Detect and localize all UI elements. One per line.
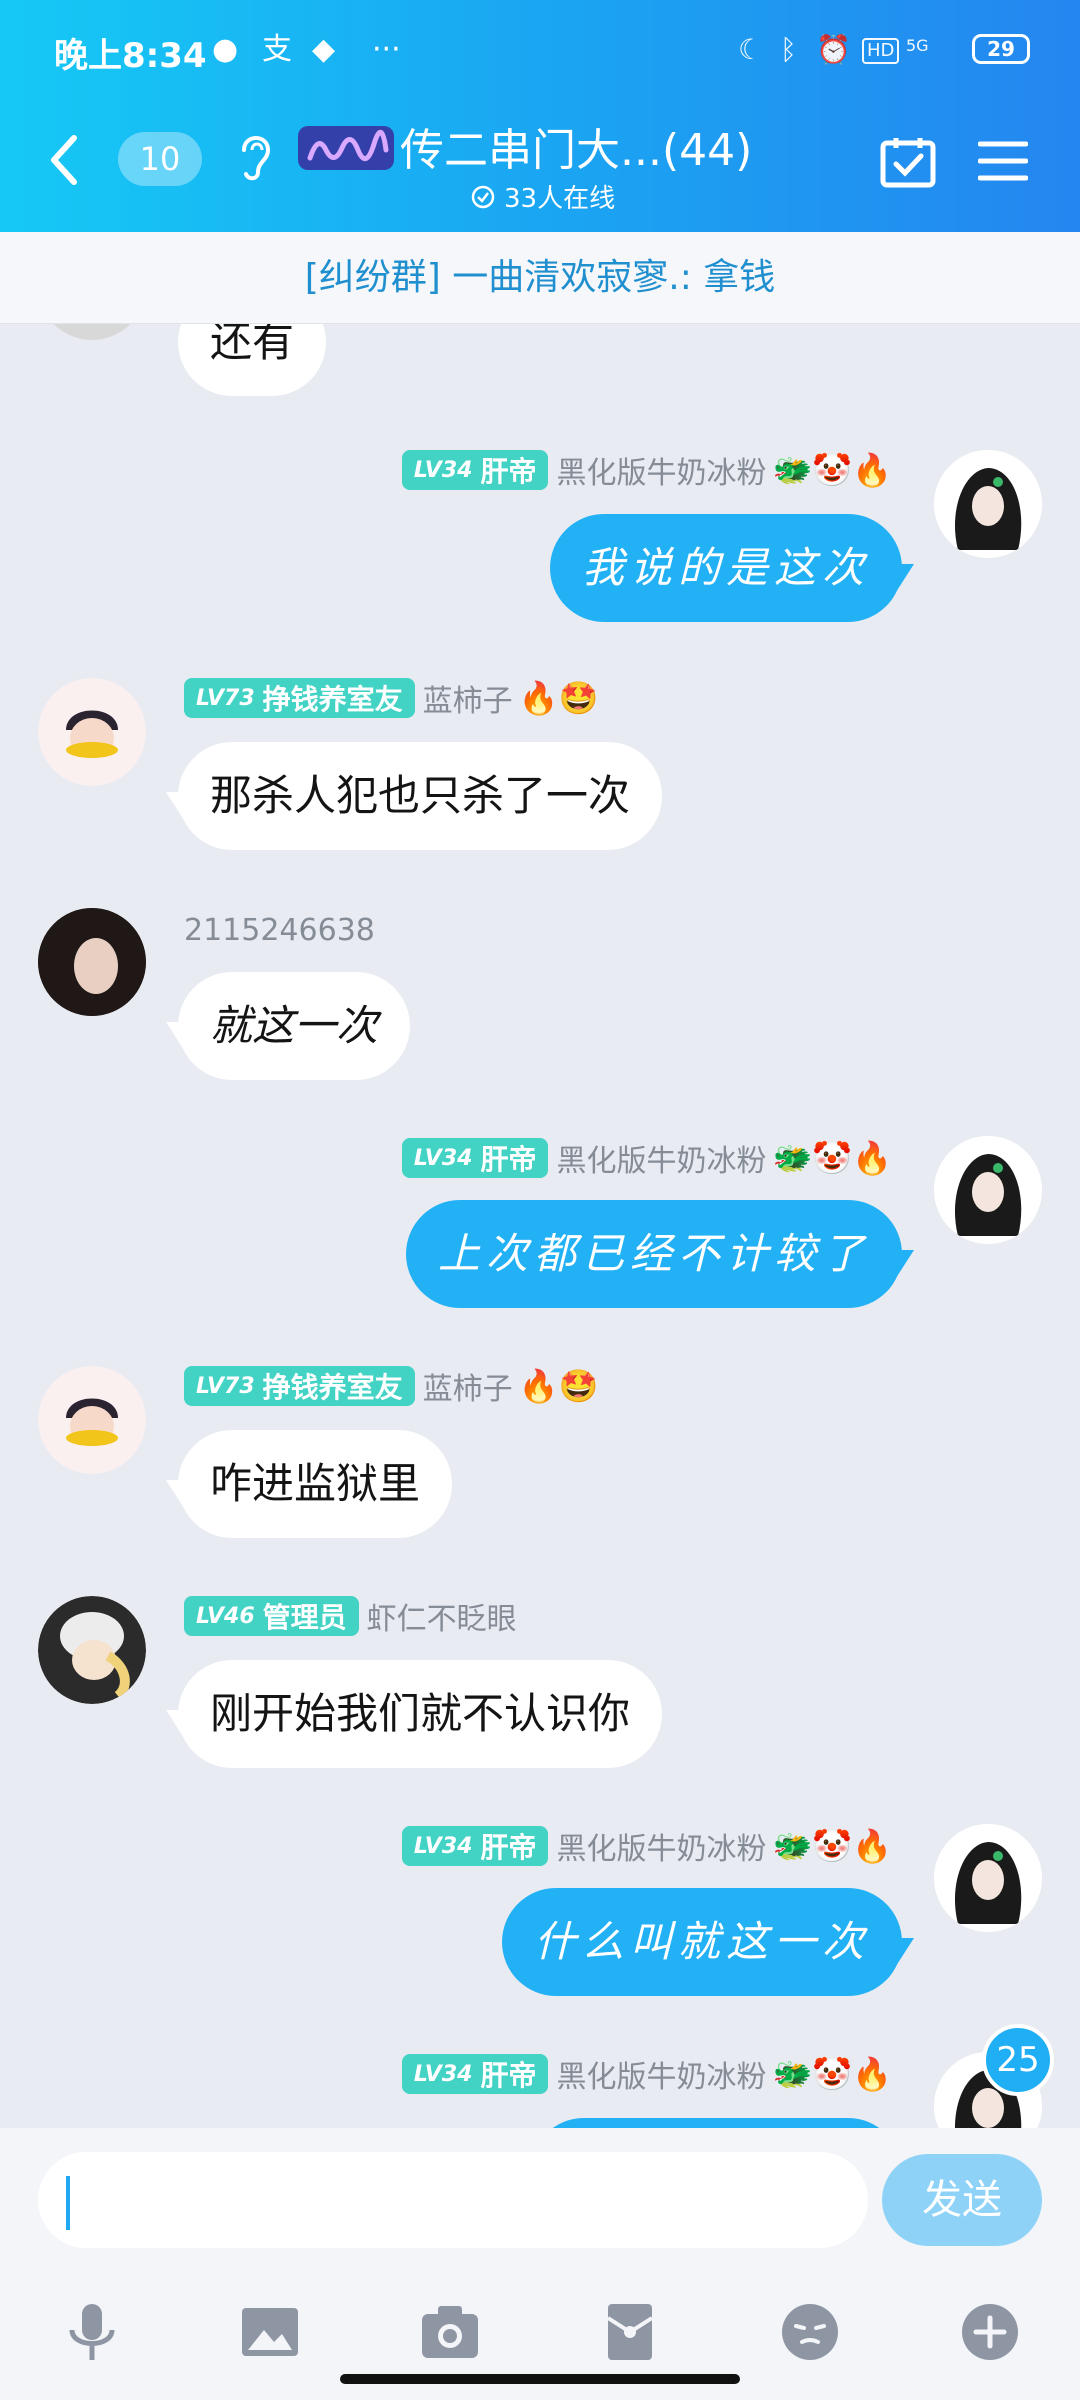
alarm-icon: ⏰ <box>816 33 851 66</box>
sender-name[interactable]: 黑化版牛奶冰粉 <box>556 1136 766 1180</box>
microphone-icon[interactable] <box>60 2300 124 2364</box>
sender-info: LV73 挣钱养室友 蓝柿子 🔥🤩 <box>184 676 598 720</box>
home-indicator[interactable] <box>340 2374 740 2384</box>
message-bubble[interactable]: 什么叫就这一次 <box>501 1888 914 1996</box>
moon-icon: ☾ <box>738 33 764 66</box>
message-input[interactable] <box>38 2152 868 2248</box>
sender-info: LV34 肝帝 黑化版牛奶冰粉 🐲🤡🔥 <box>401 2052 892 2096</box>
bubble-tail <box>886 1938 914 1966</box>
sender-info: LV46 管理员 虾仁不眨眼 <box>184 1594 517 1638</box>
bubble-tail <box>166 1022 194 1050</box>
more-dots-icon: ··· <box>372 32 401 67</box>
avatar[interactable] <box>934 1824 1042 1932</box>
red-packet-icon[interactable] <box>598 2300 662 2364</box>
emoji-decorations: 🐲🤡🔥 <box>772 1827 892 1865</box>
emoji-decorations: 🐲🤡🔥 <box>772 1139 892 1177</box>
image-icon[interactable] <box>238 2300 302 2364</box>
sender-name[interactable]: 蓝柿子 <box>423 1364 513 1408</box>
message-text: 上次都已经不计较了 <box>437 1229 870 1278</box>
hd-icon: HD <box>862 38 900 64</box>
emoji-icon[interactable] <box>778 2300 842 2364</box>
level-badge: LV34 肝帝 <box>401 1138 549 1178</box>
message-bubble[interactable]: 刚开始我们就不认识你 <box>166 1660 663 1768</box>
message-list[interactable]: 还有 LV34 肝帝 黑化版牛奶冰粉 🐲🤡🔥 我说的是这次 LV73 挣钱养室友 蓝… <box>0 232 1080 2128</box>
avatar[interactable] <box>38 908 146 1016</box>
wechat-icon: ● <box>212 32 239 67</box>
alipay-icon: 支 <box>262 32 292 67</box>
bubble-tail <box>166 1480 194 1508</box>
group-title[interactable]: 传二串门大...(44) <box>400 114 752 178</box>
ear-icon[interactable] <box>234 126 274 186</box>
message-bubble[interactable]: 那杀人犯也只杀了一次 <box>166 742 663 850</box>
menu-icon[interactable] <box>978 140 1028 182</box>
message-bubble[interactable]: 我说的是这次 <box>549 514 914 622</box>
level-badge: LV73 挣钱养室友 <box>184 678 415 718</box>
status-bar: 晚上8:34 ● 支 ◆ ··· ☾ ᛒ ⏰ HD 5G 29 <box>0 0 1080 100</box>
message-text: 刚开始我们就不认识你 <box>210 1689 631 1738</box>
emoji-decorations: 🔥🤩 <box>518 679 599 717</box>
message-text: 我说的是这次 <box>581 543 870 592</box>
sender-info: LV34 肝帝 黑化版牛奶冰粉 🐲🤡🔥 <box>401 448 892 492</box>
sender-name[interactable]: 蓝柿子 <box>423 676 513 720</box>
message-text: 什么叫就这一次 <box>533 1917 870 1966</box>
avatar[interactable] <box>934 450 1042 558</box>
input-area: 发送 <box>0 2128 1080 2400</box>
sender-info: LV34 肝帝 黑化版牛奶冰粉 🐲🤡🔥 <box>401 1824 892 1868</box>
online-count: 33人在线 <box>504 184 616 214</box>
level-badge: LV46 管理员 <box>184 1596 359 1636</box>
level-badge: LV34 肝帝 <box>401 2054 549 2094</box>
emoji-decorations: 🔥🤩 <box>518 1367 599 1405</box>
bubble-tail <box>166 792 194 820</box>
battery-indicator: 29 <box>972 34 1030 64</box>
emoji-decorations: 🐲🤡🔥 <box>772 451 892 489</box>
sender-info: LV34 肝帝 黑化版牛奶冰粉 🐲🤡🔥 <box>401 1136 892 1180</box>
message-text: 还有 <box>210 317 295 366</box>
message-bubble[interactable]: 上次都已经不计较了 <box>405 1200 914 1308</box>
message-bubble[interactable]: 咋进监狱里 <box>166 1430 453 1538</box>
bubble-tail <box>886 1250 914 1278</box>
send-button[interactable]: 发送 <box>882 2154 1042 2246</box>
sender-info: LV73 挣钱养室友 蓝柿子 🔥🤩 <box>184 1364 598 1408</box>
message-bubble[interactable] <box>530 2118 902 2128</box>
sender-name[interactable]: 2115246638 <box>184 913 375 948</box>
avatar[interactable] <box>38 1366 146 1474</box>
chat-header: 晚上8:34 ● 支 ◆ ··· ☾ ᛒ ⏰ HD 5G 29 10 传二串门大… <box>0 0 1080 232</box>
level-badge: LV34 肝帝 <box>401 450 549 490</box>
avatar[interactable] <box>38 1596 146 1704</box>
message-text: 咋进监狱里 <box>210 1459 421 1508</box>
sender-name[interactable]: 黑化版牛奶冰粉 <box>556 1824 766 1868</box>
app-icon: ◆ <box>312 32 336 67</box>
message-text: 那杀人犯也只杀了一次 <box>210 771 631 820</box>
avatar[interactable] <box>38 678 146 786</box>
group-logo-icon <box>298 126 394 170</box>
sender-info: 2115246638 <box>184 908 375 952</box>
camera-icon[interactable] <box>418 2300 482 2364</box>
level-badge: LV73 挣钱养室友 <box>184 1366 415 1406</box>
nav-bar: 10 传二串门大...(44) 33人在线 <box>0 110 1080 232</box>
bubble-tail <box>886 564 914 592</box>
sender-name[interactable]: 虾仁不眨眼 <box>367 1594 517 1638</box>
unread-count-badge[interactable]: 10 <box>118 132 202 186</box>
announcement-banner[interactable]: [纠纷群] 一曲清欢寂寥.: 拿钱 <box>0 232 1080 324</box>
bubble-tail <box>166 1710 194 1738</box>
plus-icon[interactable] <box>958 2300 1022 2364</box>
message-bubble[interactable]: 就这一次 <box>166 972 411 1080</box>
avatar[interactable] <box>934 1136 1042 1244</box>
text-caret <box>66 2176 70 2230</box>
new-message-count-badge[interactable]: 25 <box>982 2024 1054 2096</box>
calendar-check-icon[interactable] <box>880 136 936 188</box>
signal-5g-icon: 5G <box>906 36 929 55</box>
message-text: 就这一次 <box>210 1001 379 1050</box>
level-badge: LV34 肝帝 <box>401 1826 549 1866</box>
status-time: 晚上8:34 <box>54 36 207 76</box>
sender-name[interactable]: 黑化版牛奶冰粉 <box>556 2052 766 2096</box>
emoji-decorations: 🐲🤡🔥 <box>772 2055 892 2093</box>
online-check-icon <box>471 185 495 209</box>
bluetooth-icon: ᛒ <box>780 33 797 66</box>
back-arrow-icon[interactable] <box>44 130 84 190</box>
sender-name[interactable]: 黑化版牛奶冰粉 <box>556 448 766 492</box>
